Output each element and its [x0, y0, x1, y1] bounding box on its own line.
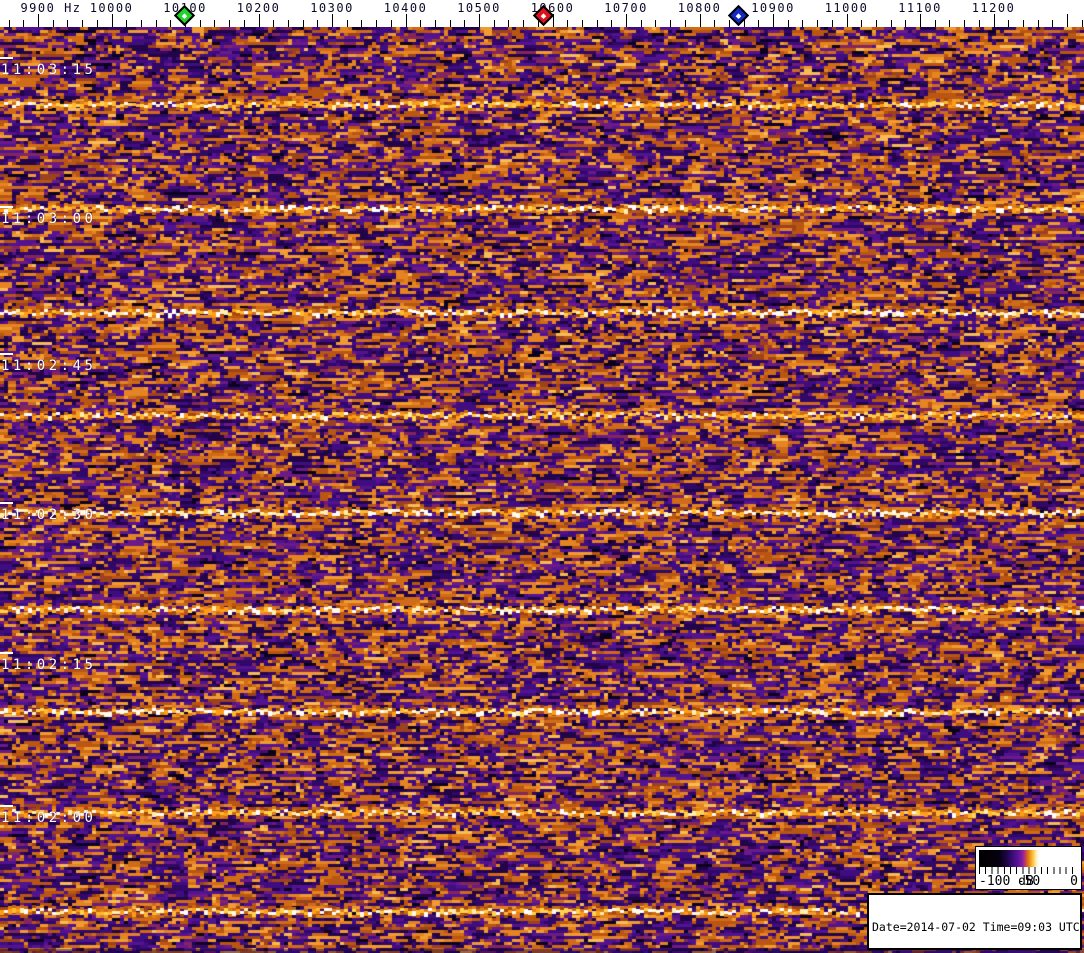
freq-axis-tick	[832, 20, 833, 27]
freq-axis-tick	[288, 20, 289, 27]
freq-axis-tick	[332, 14, 333, 27]
freq-axis-tick	[494, 20, 495, 27]
info-line-date-time: Date=2014-07-02 Time=09:03 UTC	[872, 920, 1080, 935]
colorbar-labels: -100 dB -50 0	[979, 874, 1078, 889]
blue-marker[interactable]	[727, 4, 750, 27]
spectrogram-waterfall[interactable]	[0, 27, 1084, 953]
freq-axis-tick	[744, 20, 745, 27]
colorbar-label-max: 0	[1070, 874, 1078, 889]
freq-axis-tick	[170, 20, 171, 27]
freq-axis-tick	[773, 14, 774, 27]
freq-axis-tick	[729, 20, 730, 27]
freq-axis-tick	[435, 20, 436, 27]
freq-axis-tick	[1052, 20, 1053, 27]
freq-axis-tick	[817, 20, 818, 27]
freq-axis-tick	[1067, 14, 1068, 27]
freq-axis-label: 11100	[898, 1, 942, 15]
frequency-axis: 9900 Hz100001010010200103001040010500106…	[0, 0, 1084, 27]
freq-axis-tick	[611, 20, 612, 27]
freq-axis-tick	[597, 20, 598, 27]
freq-axis-tick	[259, 14, 260, 27]
freq-axis-label: 10700	[604, 1, 648, 15]
freq-axis-label: 9900 Hz	[20, 1, 82, 15]
colorbar-gradient	[979, 850, 1078, 867]
freq-axis-tick	[9, 20, 10, 27]
freq-axis-tick	[53, 20, 54, 27]
colorbar-ticks	[979, 867, 1078, 874]
freq-axis-label: 11000	[824, 1, 869, 15]
freq-axis-label: 10300	[310, 1, 354, 15]
freq-axis-tick	[317, 20, 318, 27]
waterfall-display: 9900 Hz100001010010200103001040010500106…	[0, 0, 1084, 953]
freq-axis-tick	[214, 20, 215, 27]
freq-axis-tick	[361, 20, 362, 27]
freq-axis-tick	[156, 20, 157, 27]
freq-axis-tick	[994, 14, 995, 27]
freq-axis-tick	[273, 20, 274, 27]
freq-axis-tick	[920, 14, 921, 27]
freq-axis-tick	[1038, 20, 1039, 27]
freq-axis-tick	[641, 20, 642, 27]
freq-axis-tick	[112, 14, 113, 27]
freq-axis-label: 10900	[751, 1, 795, 15]
freq-axis-tick	[420, 20, 421, 27]
freq-axis-tick	[626, 14, 627, 27]
freq-axis-tick	[935, 20, 936, 27]
freq-axis-tick	[788, 20, 789, 27]
freq-axis-tick	[126, 20, 127, 27]
freq-axis-tick	[82, 20, 83, 27]
green-marker-center-dot	[181, 12, 188, 19]
info-box: Date=2014-07-02 Time=09:03 UTC Freq=143 …	[867, 893, 1082, 950]
freq-axis-tick	[891, 20, 892, 27]
freq-axis-tick	[582, 20, 583, 27]
colorbar-label-mid: -50	[1016, 874, 1041, 889]
freq-axis-label: 10800	[677, 1, 722, 15]
freq-axis-tick	[876, 20, 877, 27]
freq-axis-tick	[1023, 20, 1024, 27]
freq-axis-tick	[861, 20, 862, 27]
freq-axis-tick	[700, 14, 701, 27]
freq-axis-label: 10400	[383, 1, 428, 15]
freq-axis-tick	[847, 14, 848, 27]
freq-axis-tick	[67, 20, 68, 27]
freq-axis-label: 10500	[457, 1, 501, 15]
freq-axis-label: 10000	[89, 1, 134, 15]
freq-axis-tick	[244, 20, 245, 27]
freq-axis-tick	[1082, 20, 1083, 27]
freq-axis-tick	[97, 20, 98, 27]
freq-axis-tick	[450, 20, 451, 27]
freq-axis-tick	[38, 14, 39, 27]
freq-axis-tick	[655, 20, 656, 27]
freq-axis-label: 11200	[971, 1, 1016, 15]
freq-axis-tick	[23, 20, 24, 27]
freq-axis-tick	[229, 20, 230, 27]
freq-axis-tick	[964, 20, 965, 27]
freq-axis-tick	[670, 20, 671, 27]
freq-axis-tick	[714, 20, 715, 27]
freq-axis-tick	[391, 20, 392, 27]
freq-axis-tick	[685, 20, 686, 27]
freq-axis-tick	[464, 20, 465, 27]
freq-axis-tick	[479, 14, 480, 27]
freq-axis-tick	[1008, 20, 1009, 27]
freq-axis-tick	[802, 20, 803, 27]
colorbar-legend: -100 dB -50 0	[975, 846, 1082, 890]
freq-axis-tick	[758, 20, 759, 27]
freq-axis-tick	[347, 20, 348, 27]
freq-axis-tick	[200, 20, 201, 27]
freq-axis-tick	[508, 20, 509, 27]
blue-marker-center-dot	[735, 12, 742, 19]
freq-axis-tick	[905, 20, 906, 27]
freq-axis-tick	[376, 20, 377, 27]
freq-axis-tick	[303, 20, 304, 27]
red-marker-center-dot	[540, 12, 547, 19]
freq-axis-tick	[141, 20, 142, 27]
freq-axis-tick	[567, 20, 568, 27]
freq-axis-tick	[523, 20, 524, 27]
freq-axis-label: 10200	[236, 1, 281, 15]
freq-axis-tick	[406, 14, 407, 27]
freq-axis-tick	[949, 20, 950, 27]
freq-axis-tick	[979, 20, 980, 27]
